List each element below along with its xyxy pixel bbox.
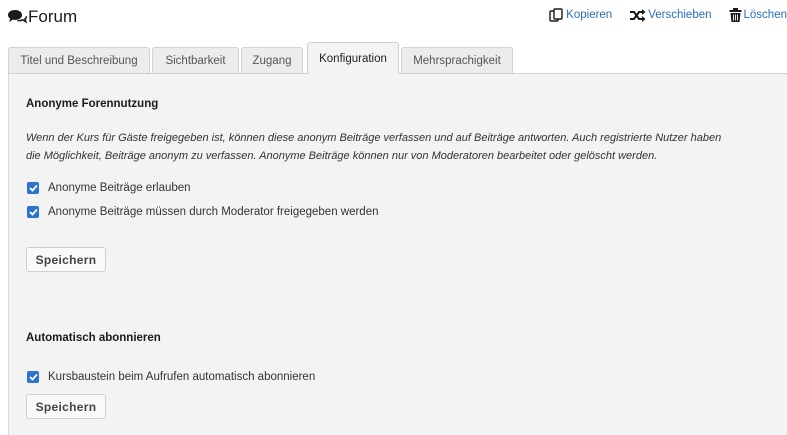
section-heading-autosubscribe: Automatisch abonnieren xyxy=(26,332,161,344)
tab-bar: Titel und Beschreibung Sichtbarkeit Zuga… xyxy=(8,42,787,74)
move-label: Verschieben xyxy=(648,9,712,21)
save-button[interactable]: Speichern xyxy=(26,247,106,272)
delete-label: Löschen xyxy=(743,9,787,21)
tab-label: Zugang xyxy=(252,54,292,67)
checkmark-icon xyxy=(28,208,38,216)
shuffle-icon xyxy=(630,8,646,22)
checkmark-icon xyxy=(28,184,38,192)
forum-chat-icon xyxy=(8,10,27,24)
header-actions: Kopieren Verschieben Löschen xyxy=(549,8,787,22)
checkbox-label: Anonyme Beiträge müssen durch Moderator … xyxy=(48,206,379,218)
tab-label: Sichtbarkeit xyxy=(165,54,226,67)
section-heading-anonymous: Anonyme Forennutzung xyxy=(26,98,159,110)
save-button[interactable]: Speichern xyxy=(26,394,106,419)
checkbox-row-autosubscribe: Kursbaustein beim Aufrufen automatisch a… xyxy=(27,371,315,383)
trash-icon xyxy=(729,8,742,22)
copy-icon xyxy=(549,8,563,22)
autosubscribe-checkbox[interactable] xyxy=(27,371,39,383)
tab-label: Titel und Beschreibung xyxy=(20,54,138,67)
tab-sichtbarkeit[interactable]: Sichtbarkeit xyxy=(152,47,239,73)
tab-konfiguration[interactable]: Konfiguration xyxy=(307,42,399,74)
copy-button[interactable]: Kopieren xyxy=(549,8,612,22)
checkbox-row-moderation: Anonyme Beiträge müssen durch Moderator … xyxy=(27,206,379,218)
checkbox-label: Anonyme Beiträge erlauben xyxy=(48,182,191,194)
tab-titel-und-beschreibung[interactable]: Titel und Beschreibung xyxy=(8,47,150,73)
copy-label: Kopieren xyxy=(566,9,613,21)
checkbox-label: Kursbaustein beim Aufrufen automatisch a… xyxy=(48,371,316,383)
page-header: Forum Kopieren Verschieben Löschen xyxy=(0,0,787,40)
allow-anonymous-checkbox[interactable] xyxy=(27,182,39,194)
move-button[interactable]: Verschieben xyxy=(629,8,712,22)
description-line: Wenn der Kurs für Gäste freigegeben ist,… xyxy=(26,132,722,144)
tab-mehrsprachigkeit[interactable]: Mehrsprachigkeit xyxy=(401,47,513,73)
tab-label: Mehrsprachigkeit xyxy=(413,54,501,67)
tab-zugang[interactable]: Zugang xyxy=(241,47,303,73)
tab-label: Konfiguration xyxy=(319,52,387,65)
description-line: die Möglichkeit, Beiträge anonym zu verf… xyxy=(26,150,658,162)
delete-button[interactable]: Löschen xyxy=(729,8,787,22)
anonymous-description: Wenn der Kurs für Gäste freigegeben ist,… xyxy=(26,129,766,165)
checkmark-icon xyxy=(28,373,38,381)
page-title-text: Forum xyxy=(28,7,78,26)
moderation-required-checkbox[interactable] xyxy=(27,206,39,218)
page-title: Forum xyxy=(7,7,77,27)
checkbox-row-allow-anonymous: Anonyme Beiträge erlauben xyxy=(27,182,191,194)
